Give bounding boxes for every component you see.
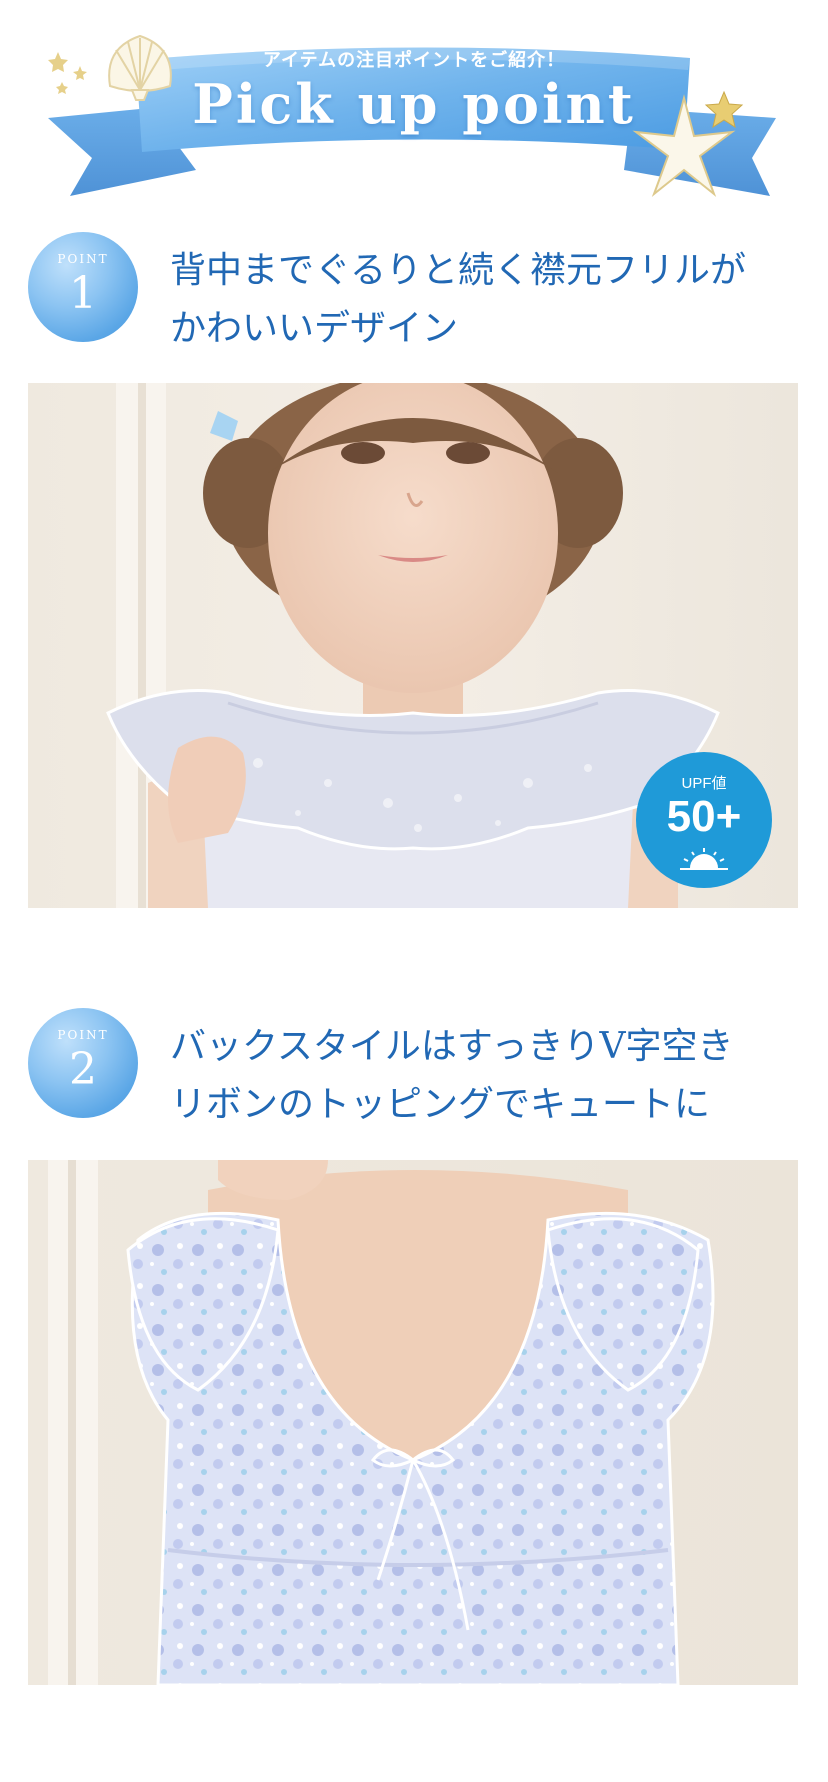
point-1-badge: POINT 1 (28, 232, 138, 342)
point-2-badge: POINT 2 (28, 1008, 138, 1118)
upf-badge: UPF値 50+ (636, 752, 772, 888)
point-1-title: 背中までぐるりと続く襟元フリルが かわいいデザイン (170, 242, 810, 358)
point-badge-number: 1 (69, 268, 97, 319)
pickup-banner: アイテムの注目ポイントをご紹介！ Pick up point (0, 0, 828, 210)
point-title-line: 背中までぐるりと続く襟元フリルが (170, 250, 747, 291)
point-title-line: バックスタイルはすっきりV字空き (170, 1026, 734, 1067)
point-2-title: バックスタイルはすっきりV字空き リボンのトッピングでキュートに (170, 1018, 810, 1134)
point-title-line: リボンのトッピングでキュートに (170, 1084, 711, 1125)
upf-label: UPF値 (681, 775, 727, 792)
banner-title: Pick up point (192, 72, 636, 136)
sun-icon (680, 848, 728, 870)
banner-subtitle: アイテムの注目ポイントをご紹介！ (262, 50, 566, 71)
point-badge-number: 2 (69, 1044, 97, 1095)
point-title-line: かわいいデザイン (170, 308, 459, 349)
product-photo-back (28, 1160, 798, 1685)
point-badge-label: POINT (57, 252, 109, 266)
upf-value: 50+ (666, 792, 742, 841)
point-badge-label: POINT (57, 1028, 109, 1042)
